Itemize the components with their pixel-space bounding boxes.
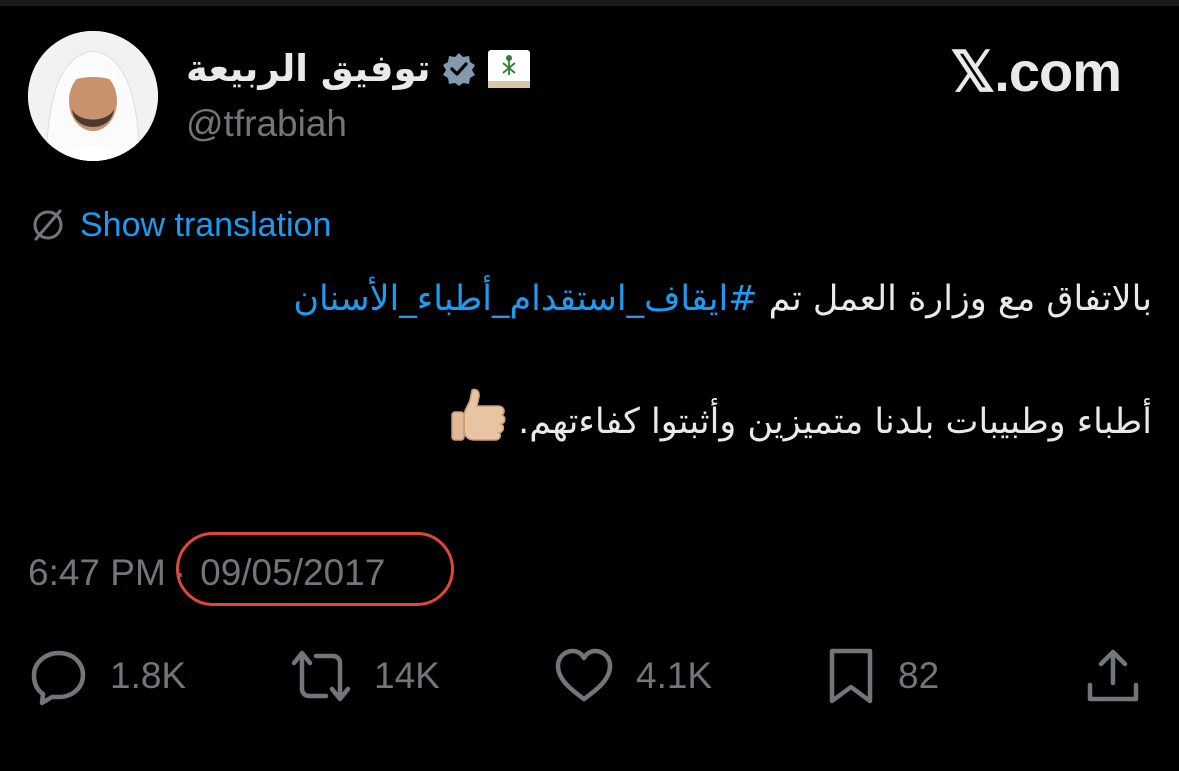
repost-count: 14K: [374, 655, 440, 696]
avatar-image: [28, 31, 158, 161]
reply-button[interactable]: 1.8K: [28, 640, 186, 712]
highlight-circle-annotation: [176, 532, 455, 606]
reply-icon: [31, 650, 86, 706]
heart-icon: [555, 648, 613, 702]
show-translation-link[interactable]: Show translation: [28, 203, 331, 247]
avatar[interactable]: [28, 31, 158, 161]
translate-globe-icon: [33, 209, 63, 241]
tweet-line-2-text: أطباء وطبيبات بلدنا متميزين وأثبتوا كفاء…: [518, 402, 1152, 442]
user-handle[interactable]: @tfrabiah: [186, 100, 347, 148]
government-affiliation-icon: [487, 50, 530, 88]
tweet-time: 6:47 PM: [28, 552, 166, 593]
top-edge: [0, 0, 1179, 6]
share-button[interactable]: [1082, 640, 1144, 712]
site-brand: 𝕏.com: [950, 40, 1122, 103]
share-icon: [1087, 649, 1139, 702]
tweet-line-2: أطباء وطبيبات بلدنا متميزين وأثبتوا كفاء…: [30, 386, 1152, 460]
bookmark-button[interactable]: 82: [824, 640, 939, 712]
like-button[interactable]: 4.1K: [552, 640, 712, 712]
thumbs-up-emoji-icon: [450, 386, 508, 460]
hashtag-link[interactable]: #ايقاف_استقدام_أطباء_الأسنان: [293, 279, 757, 319]
action-bar: 1.8K 14K 4.1K 82: [0, 640, 1179, 712]
show-translation-label[interactable]: Show translation: [80, 206, 331, 245]
tweet-timestamp[interactable]: 6:47 PM · 09/05/2017: [28, 532, 455, 606]
tweet-text: بالاتفاق مع وزارة العمل تم #ايقاف_استقدا…: [30, 270, 1152, 460]
repost-button[interactable]: 14K: [288, 640, 440, 712]
reply-count: 1.8K: [110, 655, 187, 696]
bookmark-count: 82: [898, 655, 940, 696]
bookmark-icon: [829, 648, 873, 704]
display-name[interactable]: توفيق الربيعة: [186, 44, 431, 94]
like-count: 4.1K: [636, 655, 713, 696]
name-row: توفيق الربيعة: [186, 44, 531, 94]
tweet-line-1: بالاتفاق مع وزارة العمل تم #ايقاف_استقدا…: [30, 270, 1152, 328]
tweet-date-wrap: 09/05/2017: [176, 532, 455, 606]
tweet-line-1-text: بالاتفاق مع وزارة العمل تم: [757, 279, 1152, 319]
verified-badge-icon: [442, 53, 475, 86]
repost-icon: [291, 650, 351, 702]
